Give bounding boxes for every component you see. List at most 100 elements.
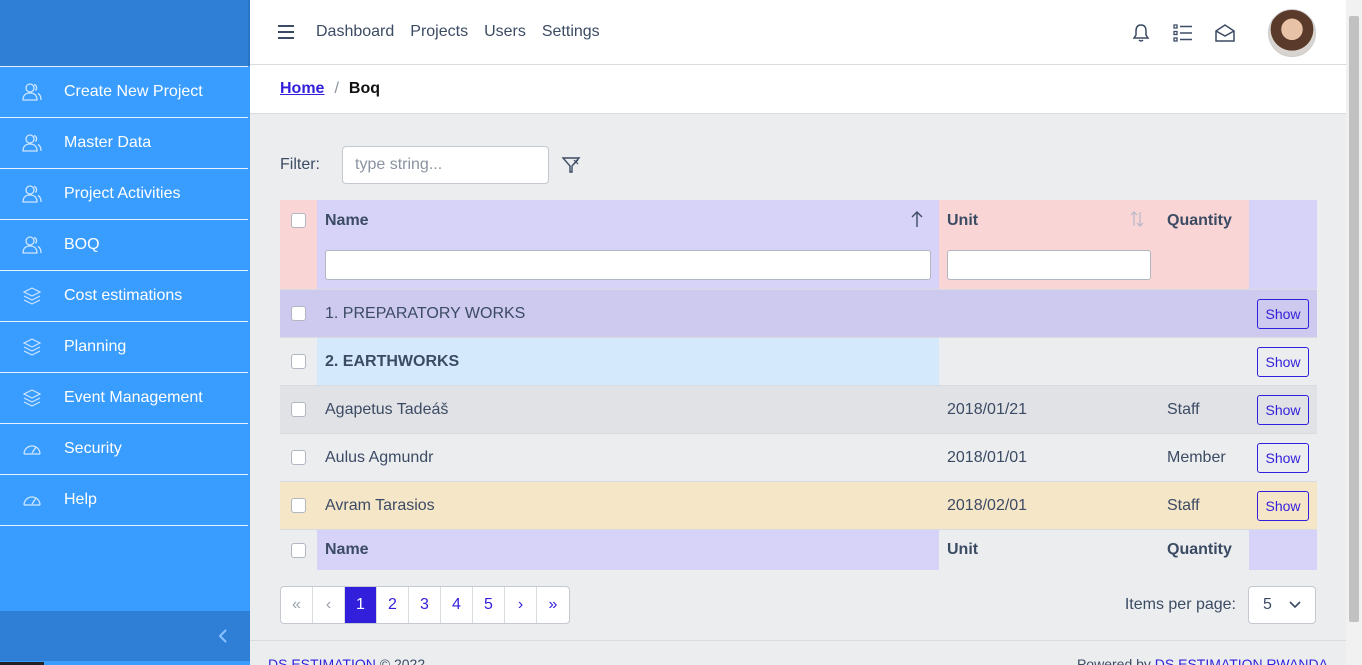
breadcrumb-separator: / — [334, 80, 339, 97]
header-unit[interactable]: Unit — [939, 200, 1159, 241]
row-unit: 2018/02/01 — [947, 496, 1028, 514]
header-unit-label: Unit — [947, 211, 979, 229]
row-checkbox[interactable] — [291, 354, 306, 369]
people-icon — [22, 235, 42, 255]
row-quantity: Member — [1167, 448, 1226, 466]
row-name: Avram Tarasios — [325, 496, 435, 514]
nav-users[interactable]: Users — [484, 23, 526, 41]
page-1[interactable]: 1 — [345, 587, 377, 623]
filter-clear-icon[interactable] — [561, 155, 581, 175]
row-checkbox[interactable] — [291, 306, 306, 321]
nav-dashboard[interactable]: Dashboard — [316, 23, 394, 41]
items-per-page: Items per page: 5 — [1125, 586, 1316, 624]
row-unit: 2018/01/21 — [947, 400, 1028, 418]
footer-brand-link[interactable]: DS ESTIMATION — [268, 656, 376, 665]
footer-copyright: © 2022 — [379, 656, 426, 665]
sidebar: Create New Project Master Data Project Act… — [0, 0, 250, 665]
sidebar-item-cost-estimations[interactable]: Cost estimations — [0, 270, 248, 322]
filter-row: Filter: — [280, 146, 581, 184]
row-checkbox[interactable] — [291, 402, 306, 417]
show-button[interactable]: Show — [1257, 346, 1309, 377]
hamburger-menu-icon[interactable] — [278, 25, 294, 39]
table-row: 1. PREPARATORY WORKS Show — [280, 289, 1317, 337]
items-per-page-value: 5 — [1263, 596, 1272, 613]
select-all-checkbox[interactable] — [291, 213, 306, 228]
show-button[interactable]: Show — [1257, 298, 1309, 329]
show-button[interactable]: Show — [1257, 394, 1309, 425]
header-actions — [1249, 200, 1317, 241]
row-unit — [939, 338, 1159, 385]
items-per-page-select[interactable]: 5 — [1248, 586, 1316, 624]
breadcrumb: Home / Boq — [250, 65, 1346, 114]
filter-label: Filter: — [280, 156, 320, 173]
sidebar-item-label: Cost estimations — [64, 287, 183, 304]
sidebar-item-project-activities[interactable]: Project Activities — [0, 168, 248, 220]
sidebar-item-boq[interactable]: BOQ — [0, 219, 248, 271]
sidebar-item-planning[interactable]: Planning — [0, 321, 248, 373]
row-name: Agapetus Tadeáš — [325, 400, 449, 418]
row-quantity: Staff — [1167, 400, 1200, 418]
sidebar-minimizer-button[interactable] — [0, 611, 250, 661]
sidebar-item-security[interactable]: Security — [0, 423, 248, 475]
page-4[interactable]: 4 — [441, 587, 473, 623]
speedometer-icon — [22, 490, 42, 510]
page-5[interactable]: 5 — [473, 587, 505, 623]
layers-icon — [22, 337, 42, 357]
row-unit: 2018/01/01 — [947, 448, 1028, 466]
column-filter-row — [280, 241, 1317, 289]
sidebar-item-label: Help — [64, 491, 97, 508]
layers-icon — [22, 388, 42, 408]
row-quantity: Staff — [1167, 496, 1200, 514]
page-3[interactable]: 3 — [409, 587, 441, 623]
row-checkbox[interactable] — [291, 450, 306, 465]
breadcrumb-home-link[interactable]: Home — [280, 80, 324, 98]
header-name-label: Name — [325, 211, 369, 229]
page-prev[interactable]: ‹ — [313, 587, 345, 623]
sidebar-item-label: Project Activities — [64, 185, 181, 202]
show-button[interactable]: Show — [1257, 442, 1309, 473]
page-2[interactable]: 2 — [377, 587, 409, 623]
bell-icon[interactable] — [1130, 22, 1152, 44]
table-row: 2. EARTHWORKS Show — [280, 337, 1317, 385]
pagination: « ‹ 1 2 3 4 5 › » — [280, 586, 570, 624]
footer-name: Name — [317, 530, 939, 570]
sidebar-item-master-data[interactable]: Master Data — [0, 117, 248, 169]
sidebar-item-help[interactable]: Help — [0, 474, 248, 526]
row-quantity — [1159, 338, 1249, 385]
table-row: Aulus Agmundr 2018/01/01 Member Show — [280, 433, 1317, 481]
footer-powered-link[interactable]: DS ESTIMATION RWANDA — [1155, 656, 1328, 665]
filter-input[interactable] — [342, 146, 549, 184]
header-name[interactable]: Name — [317, 200, 939, 241]
page-first[interactable]: « — [281, 587, 313, 623]
table-header-row: Name Unit Quantity — [280, 200, 1317, 241]
nav-projects[interactable]: Projects — [410, 23, 468, 41]
page-last[interactable]: » — [537, 587, 569, 623]
header: Dashboard Projects Users Settings — [250, 0, 1346, 65]
sidebar-item-label: Master Data — [64, 134, 152, 151]
scrollbar-thumb[interactable] — [1349, 16, 1359, 622]
envelope-open-icon[interactable] — [1214, 22, 1236, 44]
avatar[interactable] — [1268, 8, 1316, 57]
sidebar-item-label: Security — [64, 440, 122, 457]
header-quantity[interactable]: Quantity — [1159, 200, 1249, 241]
top-nav: Dashboard Projects Users Settings — [316, 23, 616, 41]
row-name: Aulus Agmundr — [325, 448, 434, 466]
table-footer-row: Name Unit Quantity — [280, 529, 1317, 570]
sidebar-item-label: Event Management — [64, 389, 203, 406]
unit-column-filter-input[interactable] — [947, 250, 1151, 280]
row-quantity — [1159, 290, 1249, 337]
nav-settings[interactable]: Settings — [542, 23, 600, 41]
sidebar-item-create-new-project[interactable]: Create New Project — [0, 66, 248, 118]
task-list-icon[interactable] — [1172, 22, 1194, 44]
name-column-filter-input[interactable] — [325, 250, 931, 280]
vertical-scrollbar[interactable] — [1346, 0, 1362, 665]
row-name: 1. PREPARATORY WORKS — [325, 304, 526, 322]
show-button[interactable]: Show — [1257, 490, 1309, 521]
breadcrumb-current: Boq — [348, 80, 381, 97]
row-name: 2. EARTHWORKS — [317, 338, 939, 385]
page-next[interactable]: › — [505, 587, 537, 623]
sidebar-item-event-management[interactable]: Event Management — [0, 372, 248, 424]
sort-icon — [1130, 211, 1144, 227]
row-checkbox[interactable] — [291, 498, 306, 513]
select-all-footer-checkbox[interactable] — [291, 542, 306, 558]
